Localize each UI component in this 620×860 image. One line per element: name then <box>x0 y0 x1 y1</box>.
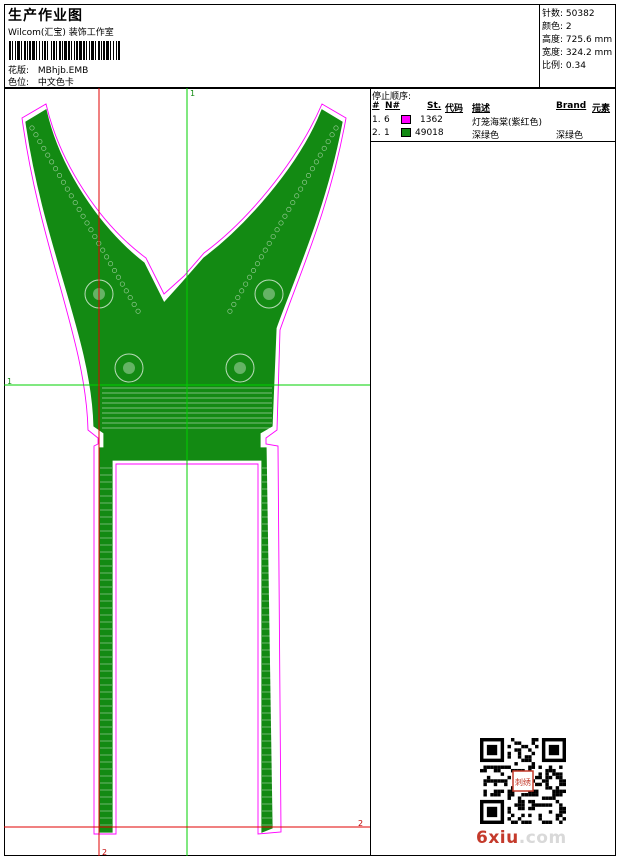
guide-label-right: 2 <box>358 819 363 828</box>
col-desc: 描述 <box>472 104 491 114</box>
studio-subtitle: Wilcom(汇宝) 装饰工作室 <box>8 28 114 38</box>
site-watermark: 6xiu.com <box>476 828 567 848</box>
col-n: N# <box>385 101 401 111</box>
row-code: 1362 <box>420 115 443 125</box>
height-value: 725.6 mm <box>565 35 613 45</box>
scale-row: 比例: 0.34 <box>542 58 586 71</box>
guide-label-top: 1 <box>190 89 195 98</box>
guide-label-left: 1 <box>7 377 12 386</box>
row-desc: 灯笼海棠(紫红色) <box>472 118 543 128</box>
width-value: 324.2 mm <box>565 48 613 58</box>
colorway-value: 中文色卡 <box>37 78 74 88</box>
col-st: St. <box>427 101 442 111</box>
row-num: 2. <box>372 128 381 138</box>
row-num: 1. <box>372 115 381 125</box>
row-brand: 深绿色 <box>556 131 584 141</box>
col-code: 代码 <box>445 104 464 114</box>
col-elements: 元素 <box>592 104 611 114</box>
row-code: 49018 <box>415 128 444 138</box>
width-label: 宽度: <box>542 48 564 58</box>
embroidery-design-canvas: 1 1 2 2 <box>4 88 370 856</box>
stats-panel: 针数: 50382 颜色: 2 高度: 725.6 mm 宽度: 324.2 m… <box>540 4 616 88</box>
width-row: 宽度: 324.2 mm <box>542 45 612 58</box>
embroidery-collar-shape <box>25 109 343 833</box>
stitches-row: 针数: 50382 <box>542 6 595 19</box>
colors-label: 颜色: <box>542 22 564 32</box>
watermark-part2: .com <box>518 828 567 848</box>
height-row: 高度: 725.6 mm <box>542 32 612 45</box>
colors-row: 颜色: 2 <box>542 19 572 32</box>
svg-text:刺绣: 刺绣 <box>515 777 531 787</box>
height-label: 高度: <box>542 35 564 45</box>
scale-label: 比例: <box>542 61 564 71</box>
colorway-label: 色位: <box>8 78 30 88</box>
stitches-label: 针数: <box>542 9 564 19</box>
table-bottom-rule <box>370 141 616 142</box>
page-title: 生产作业图 <box>8 8 83 24</box>
scale-value: 0.34 <box>565 61 586 71</box>
color-swatch-green <box>401 128 411 137</box>
colorway-row: 色位: 中文色卡 <box>8 75 74 88</box>
qr-code: 刺绣 <box>480 738 566 824</box>
column-divider <box>370 88 371 856</box>
row-n: 6 <box>384 115 390 125</box>
col-num: # <box>372 101 380 111</box>
stitches-value: 50382 <box>565 9 595 19</box>
color-swatch-magenta <box>401 115 411 124</box>
header-panel: 生产作业图 Wilcom(汇宝) 装饰工作室 花版: MBhjb.EMB 色位:… <box>4 4 540 88</box>
row-desc: 深绿色 <box>472 131 500 141</box>
guide-label-bottom: 2 <box>102 848 107 856</box>
col-brand: Brand <box>556 101 587 111</box>
colors-value: 2 <box>565 22 572 32</box>
barcode <box>9 41 120 60</box>
row-n: 1 <box>384 128 390 138</box>
watermark-part1: 6xiu <box>476 828 519 848</box>
